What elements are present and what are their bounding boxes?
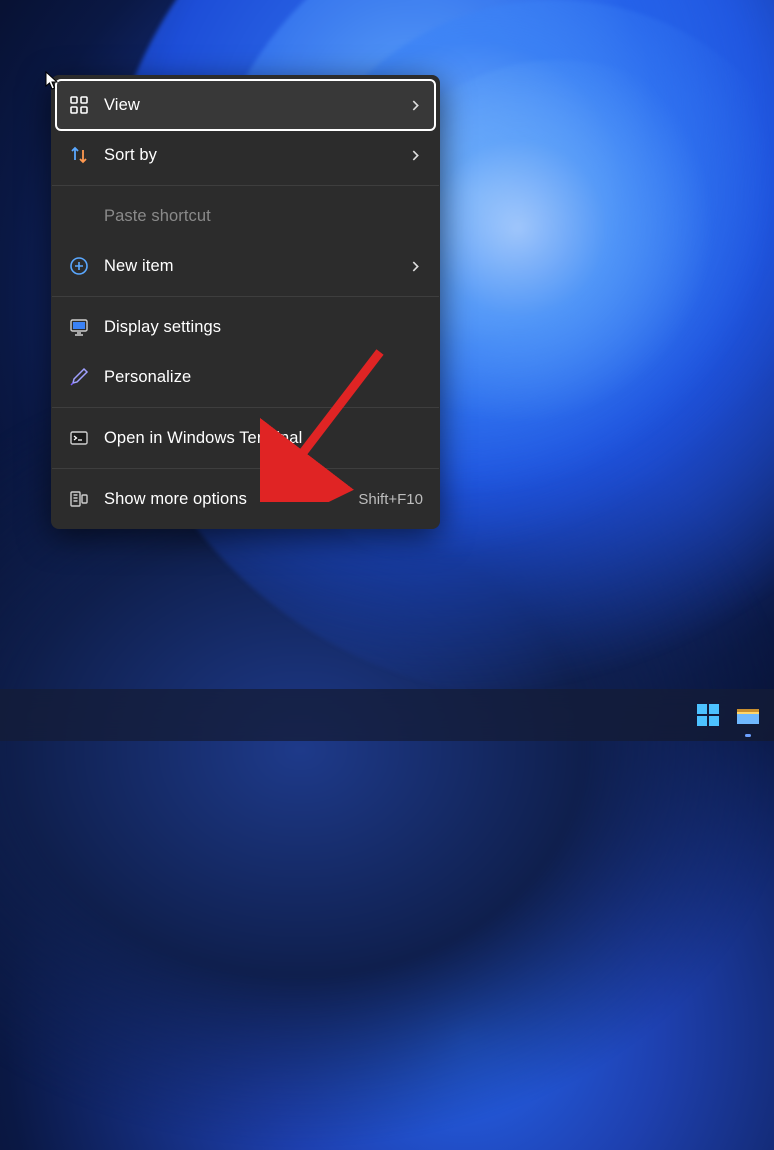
paintbrush-icon [68,366,90,388]
menu-item-label: Paste shortcut [104,207,423,226]
menu-item-new-item[interactable]: New item [56,241,435,291]
show-more-icon [68,488,90,510]
menu-item-label: Show more options [104,490,348,509]
menu-item-label: Display settings [104,318,423,337]
chevron-right-icon [407,147,423,163]
terminal-icon [68,427,90,449]
menu-item-shortcut: Shift+F10 [358,491,423,508]
menu-item-label: Personalize [104,368,423,387]
menu-item-open-terminal[interactable]: Open in Windows Terminal [56,413,435,463]
menu-item-label: Open in Windows Terminal [104,429,423,448]
running-indicator [745,734,751,737]
taskbar[interactable] [0,689,774,741]
file-explorer-button[interactable] [734,701,762,729]
menu-item-paste-shortcut: Paste shortcut [56,191,435,241]
menu-divider [52,407,439,408]
chevron-right-icon [407,97,423,113]
menu-item-show-more-options[interactable]: Show more options Shift+F10 [56,474,435,524]
sort-arrows-icon [68,144,90,166]
desktop-context-menu: View Sort by Paste shortcut New item [51,75,440,529]
menu-item-label: View [104,96,407,115]
menu-item-label: New item [104,257,407,276]
start-button[interactable] [694,701,722,729]
menu-item-label: Sort by [104,146,407,165]
menu-item-display-settings[interactable]: Display settings [56,302,435,352]
chevron-right-icon [407,258,423,274]
menu-divider [52,468,439,469]
menu-item-sort-by[interactable]: Sort by [56,130,435,180]
plus-circle-icon [68,255,90,277]
monitor-icon [68,316,90,338]
mouse-cursor [45,71,59,91]
view-grid-icon [68,94,90,116]
menu-item-personalize[interactable]: Personalize [56,352,435,402]
menu-divider [52,296,439,297]
menu-divider [52,185,439,186]
menu-item-view[interactable]: View [56,80,435,130]
